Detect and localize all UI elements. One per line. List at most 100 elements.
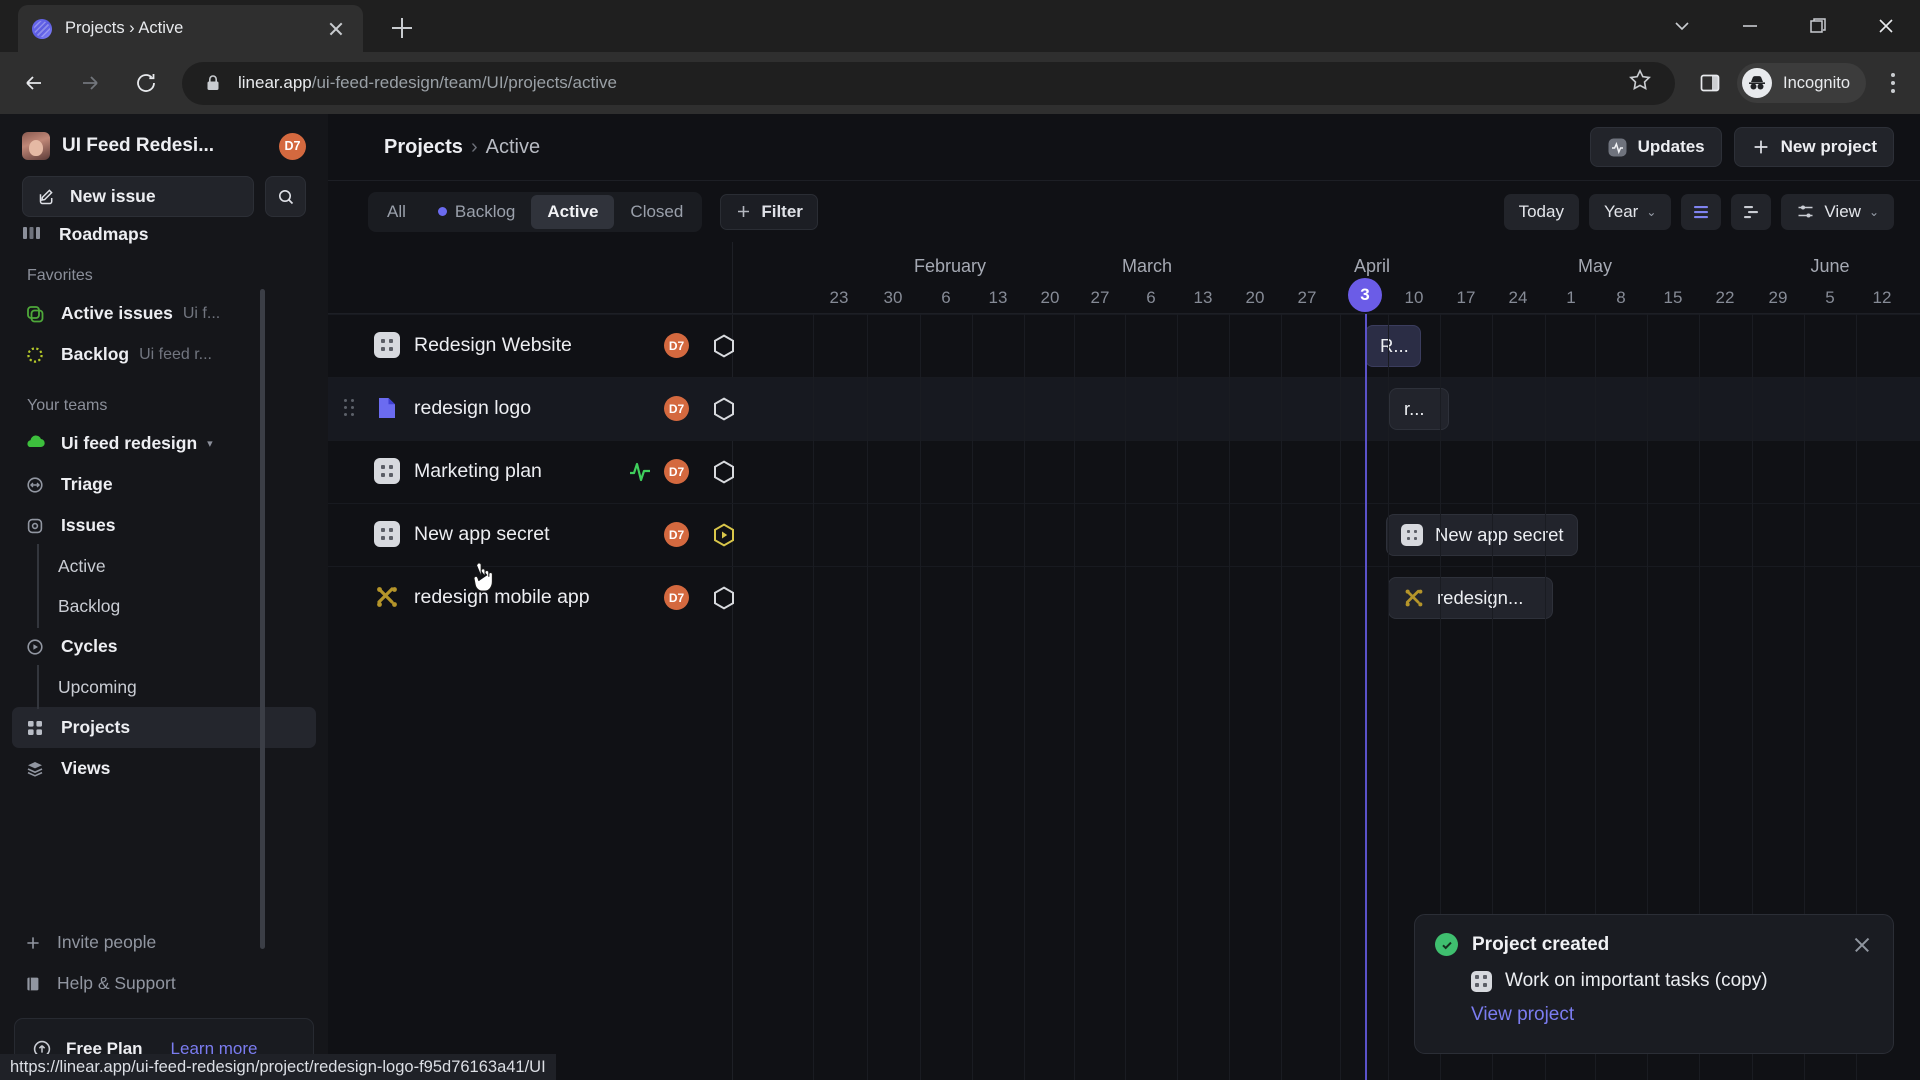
project-name[interactable]: New app secret bbox=[414, 521, 549, 547]
timeline-tick-label: 6 bbox=[1146, 288, 1156, 307]
toast-title: Project created bbox=[1472, 933, 1610, 955]
sidebar-item-label: Active issues bbox=[61, 303, 173, 323]
minimize-icon[interactable] bbox=[1716, 0, 1784, 52]
maximize-icon[interactable] bbox=[1784, 0, 1852, 52]
view-options-button[interactable]: View ⌄ bbox=[1781, 193, 1894, 230]
hexagon-outline-icon[interactable] bbox=[711, 396, 737, 422]
sidebar-item-views[interactable]: Views bbox=[12, 748, 316, 789]
url-text: linear.app/ui-feed-redesign/team/UI/proj… bbox=[238, 73, 1627, 93]
new-issue-button[interactable]: New issue bbox=[22, 176, 254, 217]
table-row[interactable]: Marketing plan D7 bbox=[328, 440, 1920, 503]
timeline-gridline bbox=[813, 314, 814, 1080]
drag-handle-icon[interactable] bbox=[344, 399, 356, 417]
toast-project-row: Work on important tasks (copy) bbox=[1471, 970, 1873, 992]
updates-label: Updates bbox=[1637, 137, 1705, 156]
close-icon[interactable] bbox=[1851, 934, 1873, 956]
window-controls bbox=[1648, 0, 1920, 52]
grid-square-icon bbox=[1401, 524, 1423, 546]
sidebar-item-label: Backlog bbox=[58, 595, 121, 616]
clipped-nav-item[interactable]: Roadmaps bbox=[0, 223, 328, 245]
sidebar: UI Feed Redesi... D7 New issue Roadmaps … bbox=[0, 114, 328, 1080]
timeline-tick-label: 30 bbox=[883, 288, 903, 307]
hexagon-play-icon[interactable] bbox=[711, 522, 737, 548]
range-select[interactable]: Year ⌄ bbox=[1588, 193, 1672, 230]
sidebar-item-backlog-favorite[interactable]: Backlog Ui feed r... bbox=[12, 334, 316, 375]
breadcrumb-root[interactable]: Projects bbox=[384, 136, 463, 158]
hexagon-outline-icon[interactable] bbox=[711, 585, 737, 611]
sidebar-scrollbar[interactable] bbox=[260, 289, 265, 949]
chevron-down-icon: ⌄ bbox=[1646, 204, 1657, 219]
sidebar-item-active-issues[interactable]: Active issues Ui f... bbox=[12, 293, 316, 334]
project-name[interactable]: redesign mobile app bbox=[414, 584, 590, 610]
new-project-button[interactable]: New project bbox=[1733, 127, 1894, 167]
timeline-bar[interactable]: redesign... bbox=[1388, 577, 1553, 619]
sidebar-item-triage[interactable]: Triage bbox=[12, 464, 316, 505]
project-name[interactable]: Marketing plan bbox=[414, 458, 542, 484]
lock-icon bbox=[202, 72, 224, 94]
sidebar-item-active[interactable]: Active bbox=[12, 544, 316, 588]
hexagon-outline-icon[interactable] bbox=[711, 333, 737, 359]
tab-backlog[interactable]: Backlog bbox=[422, 195, 531, 229]
today-button[interactable]: Today bbox=[1503, 193, 1579, 230]
invite-people-button[interactable]: Invite people bbox=[12, 922, 316, 963]
project-name[interactable]: redesign logo bbox=[414, 395, 531, 421]
table-row[interactable]: New app secret D7 New app secret bbox=[328, 503, 1920, 566]
table-row[interactable]: redesign logo D7 r... bbox=[328, 377, 1920, 440]
sidebar-item-issues[interactable]: Issues bbox=[12, 505, 316, 546]
avatar[interactable]: D7 bbox=[664, 333, 689, 358]
reload-icon[interactable] bbox=[124, 61, 168, 105]
help-support-button[interactable]: Help & Support bbox=[12, 963, 316, 1004]
tab-label: All bbox=[387, 201, 406, 221]
list-view-icon[interactable] bbox=[1681, 193, 1722, 230]
profile-incognito-button[interactable]: Incognito bbox=[1737, 63, 1866, 103]
table-row[interactable]: Redesign Website D7 R... bbox=[328, 314, 1920, 377]
avatar[interactable]: D7 bbox=[664, 396, 689, 421]
address-bar[interactable]: linear.app/ui-feed-redesign/team/UI/proj… bbox=[182, 61, 1676, 105]
search-button[interactable] bbox=[265, 176, 306, 217]
timeline-month-label: April bbox=[1353, 256, 1391, 276]
sidebar-item-sublabel: Ui f... bbox=[182, 304, 221, 322]
sidebar-item-cycles[interactable]: Cycles bbox=[12, 626, 316, 667]
filter-button[interactable]: Filter bbox=[720, 193, 818, 230]
workspace-switcher[interactable]: UI Feed Redesi... D7 bbox=[0, 114, 328, 170]
sidebar-team-ui-feed-redesign[interactable]: Ui feed redesign ▾ bbox=[12, 423, 316, 464]
close-icon[interactable] bbox=[323, 16, 349, 42]
tree-rail bbox=[37, 584, 39, 628]
chevron-down-icon[interactable]: ▾ bbox=[207, 437, 213, 450]
tab-closed[interactable]: Closed bbox=[614, 195, 699, 229]
avatar[interactable]: D7 bbox=[664, 459, 689, 484]
new-tab-button[interactable] bbox=[385, 11, 419, 45]
avatar[interactable]: D7 bbox=[664, 585, 689, 610]
timeline-tick-label: 13 bbox=[988, 288, 1008, 307]
close-window-icon[interactable] bbox=[1852, 0, 1920, 52]
bookmark-star-icon[interactable] bbox=[1627, 67, 1659, 99]
timeline-tick-label: 20 bbox=[1040, 288, 1060, 307]
sidebar-item-label: Active bbox=[58, 555, 106, 576]
tab-search-chevron-icon[interactable] bbox=[1648, 0, 1716, 52]
timeline-tick-label: 15 bbox=[1663, 288, 1683, 307]
sidebar-item-backlog[interactable]: Backlog bbox=[12, 584, 316, 628]
avatar[interactable]: D7 bbox=[664, 522, 689, 547]
forward-icon[interactable] bbox=[68, 61, 112, 105]
hexagon-outline-icon[interactable] bbox=[711, 459, 737, 485]
view-project-link[interactable]: View project bbox=[1471, 1004, 1574, 1026]
chrome-menu-icon[interactable] bbox=[1872, 62, 1912, 104]
back-icon[interactable] bbox=[12, 61, 56, 105]
timeline-tick-label: 1 bbox=[1566, 288, 1576, 307]
backlog-icon bbox=[24, 344, 46, 366]
browser-tab[interactable]: Projects › Active bbox=[18, 5, 363, 52]
sidebar-item-projects[interactable]: Projects bbox=[12, 707, 316, 748]
projects-icon bbox=[24, 717, 46, 739]
page-header: Projects › Active Updates New project bbox=[328, 114, 1920, 180]
tab-active[interactable]: Active bbox=[531, 194, 615, 229]
updates-button[interactable]: Updates bbox=[1589, 127, 1722, 167]
linear-logo-icon bbox=[32, 18, 52, 39]
timeline-view-icon[interactable] bbox=[1731, 193, 1772, 230]
side-panel-icon[interactable] bbox=[1689, 62, 1731, 104]
tab-all[interactable]: All bbox=[371, 195, 422, 229]
sidebar-item-upcoming[interactable]: Upcoming bbox=[12, 665, 316, 709]
timeline-bar[interactable]: New app secret bbox=[1386, 514, 1578, 556]
timeline-bar[interactable]: R... bbox=[1365, 325, 1421, 367]
project-name[interactable]: Redesign Website bbox=[414, 332, 572, 358]
table-row[interactable]: redesign mobile app D7 redesign... bbox=[328, 566, 1920, 629]
